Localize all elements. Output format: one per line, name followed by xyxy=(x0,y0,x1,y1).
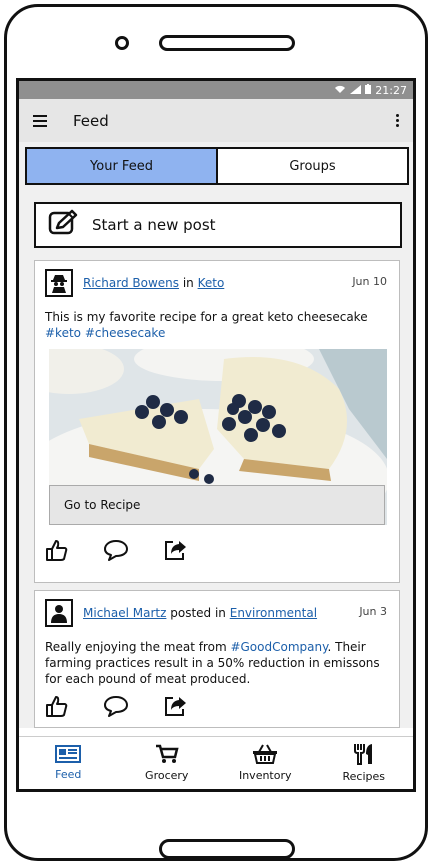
post-connector: posted in xyxy=(166,606,230,620)
post-body: Really enjoying the meat from #GoodCompa… xyxy=(35,639,399,687)
battery-icon xyxy=(365,83,372,97)
like-icon[interactable] xyxy=(45,539,69,565)
nav-inventory-label: Inventory xyxy=(238,769,292,782)
status-bar: 21:27 xyxy=(19,81,413,99)
post-date: Jun 10 xyxy=(352,275,387,288)
post-actions xyxy=(35,687,399,721)
basket-icon xyxy=(252,744,278,767)
wifi-icon xyxy=(334,84,346,97)
post-author-link[interactable]: Richard Bowens xyxy=(83,276,179,290)
post-date: Jun 3 xyxy=(359,605,387,618)
comment-icon[interactable] xyxy=(103,539,129,565)
post-body: This is my favorite recipe for a great k… xyxy=(35,309,399,341)
post-text: This is my favorite recipe for a great k… xyxy=(45,310,368,324)
home-button[interactable] xyxy=(159,839,295,859)
nav-grocery-label: Grocery xyxy=(145,769,189,782)
nav-feed-label: Feed xyxy=(55,768,82,781)
share-icon[interactable] xyxy=(163,695,187,721)
edit-icon xyxy=(48,209,78,241)
post-hashtag[interactable]: #GoodCompany xyxy=(230,640,327,654)
app-bar: Feed xyxy=(19,99,413,142)
tab-groups[interactable]: Groups xyxy=(218,149,407,183)
spy-avatar-icon[interactable] xyxy=(45,269,73,297)
menu-icon[interactable] xyxy=(33,114,47,127)
utensils-icon xyxy=(353,743,375,768)
person-avatar-icon[interactable] xyxy=(45,599,73,627)
feed-tabs: Your Feed Groups xyxy=(25,147,409,185)
go-to-recipe-button[interactable]: Go to Recipe xyxy=(49,485,385,525)
cheesecake-photo[interactable]: Go to Recipe xyxy=(49,349,387,525)
post-group-link[interactable]: Environmental xyxy=(230,606,317,620)
nav-recipes[interactable]: Recipes xyxy=(315,737,414,789)
share-icon[interactable] xyxy=(163,539,187,565)
start-new-post-button[interactable]: Start a new post xyxy=(34,202,402,248)
feed-icon xyxy=(55,745,82,766)
speaker xyxy=(159,35,295,51)
nav-grocery[interactable]: Grocery xyxy=(118,737,217,789)
feed-content[interactable]: Your Feed Groups Start a new post Richar… xyxy=(19,142,413,728)
post-card: Michael Martz posted in Environmental Ju… xyxy=(34,590,400,728)
cart-icon xyxy=(155,744,179,767)
more-vert-icon[interactable] xyxy=(396,114,399,127)
post-group-link[interactable]: Keto xyxy=(198,276,225,290)
nav-inventory[interactable]: Inventory xyxy=(216,737,315,789)
app-title: Feed xyxy=(73,111,109,130)
bottom-nav: Feed Grocery Inventory Recipes xyxy=(19,736,413,789)
like-icon[interactable] xyxy=(45,695,69,721)
signal-icon xyxy=(350,84,362,97)
start-new-post-label: Start a new post xyxy=(92,216,216,234)
post-hashtags[interactable]: #keto #cheesecake xyxy=(45,325,389,341)
comment-icon[interactable] xyxy=(103,695,129,721)
post-text-before: Really enjoying the meat from xyxy=(45,640,231,654)
screen: 21:27 Feed Your Feed Groups Start a new … xyxy=(16,78,416,792)
status-time: 21:27 xyxy=(375,83,407,97)
tab-your-feed[interactable]: Your Feed xyxy=(27,149,218,183)
post-actions xyxy=(35,525,399,565)
post-card: Richard Bowens in Keto Jun 10 This is my… xyxy=(34,260,400,583)
post-author-link[interactable]: Michael Martz xyxy=(83,606,166,620)
post-connector: in xyxy=(179,276,198,290)
camera xyxy=(115,36,129,50)
nav-recipes-label: Recipes xyxy=(342,770,385,783)
nav-feed[interactable]: Feed xyxy=(19,737,118,789)
